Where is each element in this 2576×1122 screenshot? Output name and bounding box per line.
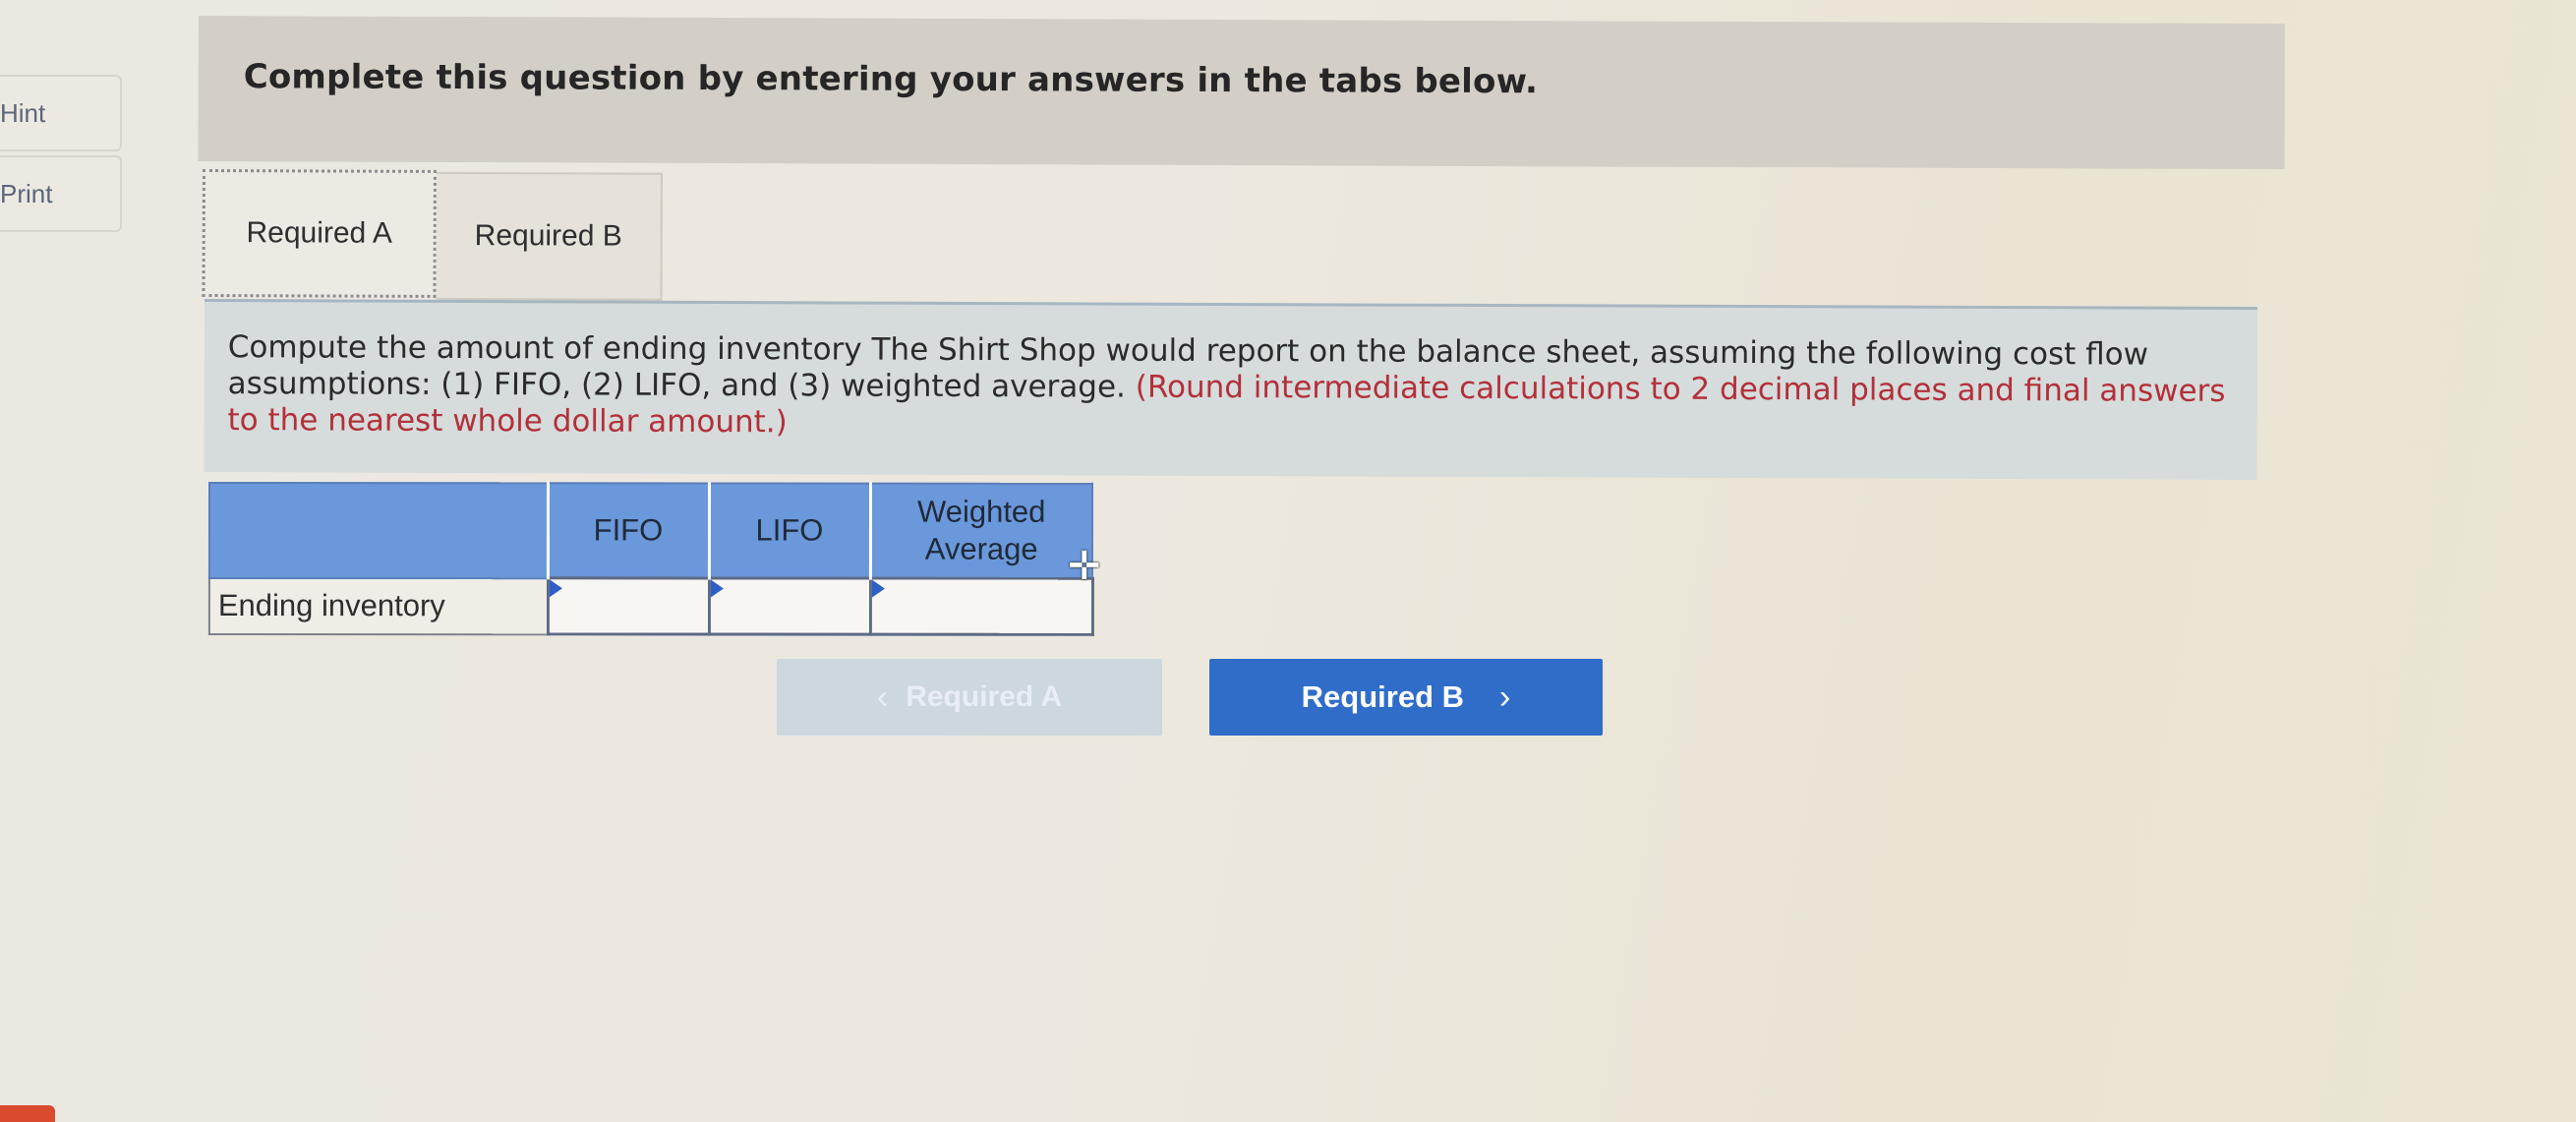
prev-button-label: Required A [906,680,1063,713]
hint-label: Hint [0,97,46,128]
tab-required-b[interactable]: Required B [436,171,663,301]
prev-required-a-button[interactable]: ‹ Required A [777,659,1162,736]
cell-marker-icon [871,579,885,598]
row-label-ending-inventory: Ending inventory [208,577,548,634]
cell-marker-icon [710,579,724,598]
header-fifo: FIFO [547,483,709,578]
chevron-right-icon: › [1499,678,1511,716]
table-row: Ending inventory [208,577,1092,635]
question-panel: Compute the amount of ending inventory T… [204,299,2257,481]
print-button[interactable]: Print [0,155,122,232]
corner-tab[interactable] [0,1105,55,1122]
chevron-left-icon: ‹ [876,678,889,716]
next-button-label: Required B [1301,679,1465,714]
plus-cursor-icon: ✛ [1068,545,1101,588]
lifo-input[interactable] [708,577,870,635]
header-lifo: LIFO [708,483,870,579]
tab-required-a[interactable]: Required A [202,169,437,298]
hint-button[interactable]: Hint [0,75,122,151]
fifo-input[interactable] [547,577,709,634]
header-weighted-average-label: Weighted Average [917,494,1046,566]
table-header-row: FIFO LIFO Weighted Average [208,483,1092,579]
next-required-b-button[interactable]: Required B › [1209,659,1603,736]
tab-required-a-label: Required A [246,216,393,250]
header-weighted-average: Weighted Average [869,483,1092,579]
cell-marker-icon [549,579,562,598]
instruction-text: Complete this question by entering your … [243,57,1539,102]
tab-required-b-label: Required B [474,219,622,253]
tab-bar: Required A Required B [202,169,663,301]
answer-table: FIFO LIFO Weighted Average Ending invent… [208,482,1092,636]
header-blank [208,483,548,578]
weighted-average-input[interactable] [869,578,1092,635]
instruction-banner: Complete this question by entering your … [198,16,2285,170]
print-label: Print [0,178,53,208]
